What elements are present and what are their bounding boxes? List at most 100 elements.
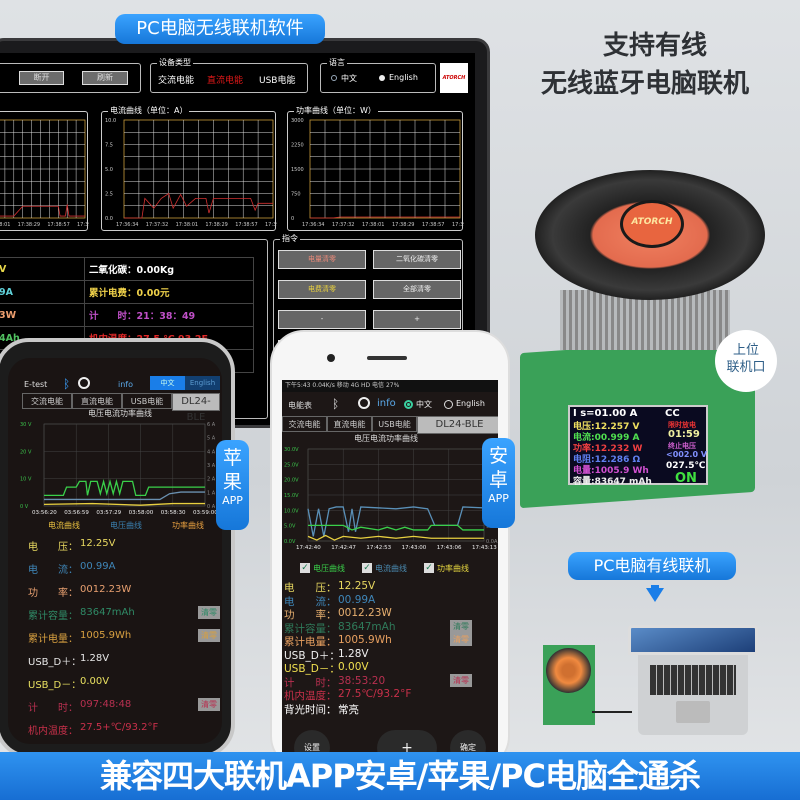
checkbox-icon[interactable]: ✓	[424, 563, 434, 573]
bluetooth-icon[interactable]: ᛒ	[332, 397, 339, 411]
headline-line-1: 支持有线	[602, 31, 707, 61]
bluetooth-icon[interactable]: ᛒ	[63, 377, 70, 391]
disconnect-button[interactable]: 断开	[19, 71, 64, 85]
usb-cable	[592, 711, 632, 713]
radio-chinese-icon[interactable]	[404, 400, 413, 409]
legend-item[interactable]: 电流曲线	[48, 520, 80, 531]
ios-lang-english[interactable]: English	[185, 376, 220, 390]
radio-chinese-icon[interactable]	[331, 75, 337, 81]
y-tick-label: 7.5	[105, 143, 113, 149]
y-left-tick: 0 V	[20, 504, 29, 510]
refresh-icon[interactable]	[78, 377, 90, 389]
tab-2[interactable]: USB电能	[372, 416, 417, 432]
y-left-tick: 15.0V	[284, 493, 299, 499]
ios-badge-line1: 苹	[222, 447, 242, 469]
y-right-tick: 5 A	[207, 436, 216, 442]
command-button-1[interactable]: 二氧化碳清零	[373, 250, 461, 269]
android-info-link[interactable]: info	[377, 398, 396, 409]
device-type-ac[interactable]: 交流电能	[158, 73, 194, 86]
language-option-chinese[interactable]: 中文	[341, 73, 357, 84]
clear-button[interactable]: 清零	[450, 633, 472, 646]
command-button-0[interactable]: 电量清零	[278, 250, 366, 269]
host-port-line1: 上位	[732, 343, 759, 358]
refresh-button[interactable]: 刷新	[82, 71, 128, 85]
reading-left: V	[0, 257, 85, 281]
ios-app-badge: 苹 果 APP	[216, 440, 249, 530]
row-value: 1.28V	[338, 647, 369, 660]
y-right-tick: 3 A	[207, 463, 216, 469]
y-tick-label: 2.5	[105, 192, 113, 198]
command-button-4[interactable]: -	[278, 310, 366, 329]
lcd-state: ON	[675, 471, 697, 486]
refresh-icon[interactable]	[358, 397, 370, 409]
checkbox-icon[interactable]: ✓	[362, 563, 372, 573]
legend-item[interactable]: 功率曲线	[172, 520, 204, 531]
tab-2[interactable]: USB电能	[122, 393, 172, 409]
y-left-tick: 20 V	[20, 449, 32, 455]
x-tick-label: 17:42:47	[331, 545, 356, 551]
tab-0[interactable]: 交流电能	[282, 416, 327, 432]
front-camera-icon	[327, 354, 335, 362]
clear-button[interactable]: 清零	[450, 619, 472, 633]
lcd-temp: 027.5℃	[666, 461, 706, 471]
x-tick-label: 17:39:28	[265, 222, 277, 228]
android-lang-english[interactable]: English	[456, 399, 485, 408]
row-value: 12.25V	[80, 538, 116, 549]
power-chart: 功率曲线（单位：W） 3000 2250 1500 750 0 17:36:34 17:37…	[287, 105, 464, 231]
mini-laptop	[628, 625, 758, 735]
ios-lang-chinese[interactable]: 中文	[150, 376, 185, 390]
tab-3[interactable]: DL24-BLE	[172, 393, 220, 423]
x-tick-label: 17:38:01	[0, 222, 10, 228]
checkbox-icon[interactable]: ✓	[300, 563, 310, 573]
y-tick-label: 1500	[291, 167, 304, 173]
tab-0[interactable]: 交流电能	[22, 393, 72, 409]
mini-laptop-base	[638, 655, 748, 735]
row-value: 38:53:20	[338, 674, 386, 687]
mini-load-tester	[543, 645, 595, 725]
x-tick-label: 17:39:28	[77, 222, 89, 228]
language-option-english[interactable]: English	[389, 73, 418, 82]
device-type-dc[interactable]: 直流电能	[207, 73, 243, 86]
row-label: 电 流：	[28, 565, 78, 576]
clear-button[interactable]: 清零	[198, 606, 220, 619]
clear-button[interactable]: 清零	[198, 629, 220, 642]
y-left-tick: 10.0V	[284, 508, 299, 514]
command-button-5[interactable]: +	[373, 310, 461, 329]
radio-english-icon[interactable]	[379, 75, 385, 81]
ios-info-link[interactable]: info	[118, 380, 133, 389]
lcd-set-current: I s=01.00 A	[573, 408, 638, 419]
row-value: 00.99A	[338, 593, 376, 606]
x-tick-label: 03:58:30	[161, 510, 186, 516]
x-tick-label: 17:42:40	[296, 545, 321, 551]
current-chart: 电流曲线（单位：A） 10.0 7.5 5.0 2.5 0.0 17:36:34 17:37…	[101, 105, 277, 231]
ios-phone: E-test ᛒ info 中文 English 交流电能 直流电能 USB电能 DL…	[0, 338, 235, 758]
tab-3[interactable]: DL24-BLE	[417, 416, 498, 434]
android-device-tabs: 交流电能 直流电能 USB电能 DL24-BLE	[282, 416, 498, 434]
tab-1[interactable]: 直流电能	[327, 416, 372, 432]
clear-button[interactable]: 清零	[198, 698, 220, 711]
radio-english-icon[interactable]	[444, 400, 453, 409]
x-tick-label: 17:43:13	[472, 545, 497, 551]
row-label: USB_D＋：	[28, 657, 82, 668]
x-tick-label: 17:37:32	[146, 222, 168, 228]
legend-item[interactable]: 电压曲线	[110, 520, 142, 531]
command-button-2[interactable]: 电费清零	[278, 280, 366, 299]
x-tick-label: 17:36:34	[302, 222, 324, 228]
device-type-usb[interactable]: USB电能	[259, 73, 295, 86]
y-tick-label: 10.0	[105, 118, 116, 124]
current-series	[44, 491, 205, 501]
language-group: 语言 中文 English	[320, 57, 436, 93]
bottom-banner: 兼容四大联机APP安卓/苹果/PC电脑全通杀	[0, 752, 800, 800]
android-lang-chinese[interactable]: 中文	[416, 399, 432, 410]
y-tick-label: 3000	[291, 118, 304, 124]
android-app-badge: 安 卓 APP	[482, 438, 515, 528]
ios-app-screen: E-test ᛒ info 中文 English 交流电能 直流电能 USB电能 DL…	[8, 358, 222, 744]
clear-button[interactable]: 清零	[450, 673, 472, 687]
x-tick-label: 17:43:06	[437, 545, 462, 551]
tab-1[interactable]: 直流电能	[72, 393, 122, 409]
row-value: 常亮	[338, 703, 359, 716]
y-right-tick: 6 A	[207, 422, 216, 428]
command-button-3[interactable]: 全部清零	[373, 280, 461, 299]
x-tick-label: 03:57:29	[96, 510, 121, 516]
readings-row: V 二氧化碳：0.00Kg	[0, 257, 254, 281]
